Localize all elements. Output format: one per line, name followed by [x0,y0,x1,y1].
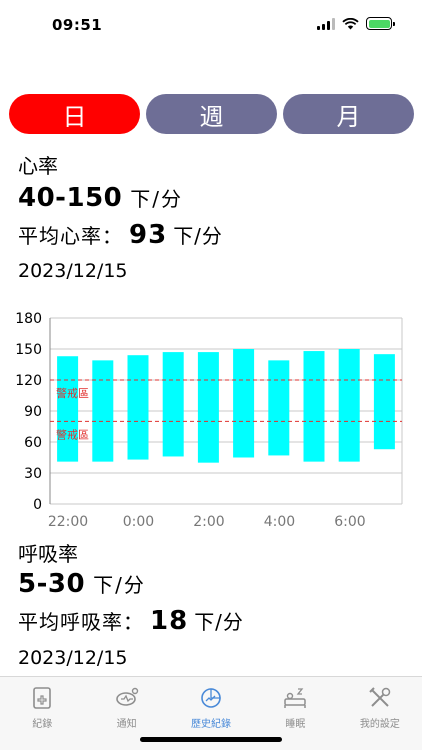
range-bar [338,349,360,462]
status-bar: 09:51 [0,0,422,50]
heart-rate-range-unit: 下/分 [130,187,183,211]
heart-rate-average-label: 平均心率： [18,224,123,248]
range-bar [197,352,219,463]
tab-week[interactable]: 週 [146,94,277,134]
x-tick-label: 0:00 [123,514,154,530]
resp-rate-date: 2023/12/15 [18,647,128,669]
x-tick-label: 22:00 [48,514,88,530]
y-tick-label: 150 [15,342,42,358]
tabbar-label-notification: 通知 [116,719,137,730]
period-tabs: 日 週 月 [9,94,414,134]
resp-rate-title: 呼吸率 [18,542,78,566]
settings-icon [369,687,391,707]
heart-rate-chart: 0306090120150180警戒區警戒區22:00 0:00 2:00 4:00 6… [15,311,403,530]
resp-rate-average-unit: 下/分 [194,610,244,634]
resp-rate-range-value: 5-30 [18,569,86,599]
tab-day[interactable]: 日 [9,94,140,134]
warning-label: 警戒區 [56,427,89,441]
heart-rate-range: 40-150 下/分 [18,183,183,213]
warning-label: 警戒區 [56,386,89,400]
sleep-icon [284,688,307,708]
y-tick-label: 180 [15,311,42,327]
x-tick-label: 2:00 [193,514,224,530]
tabbar-label-settings: 我的設定 [359,719,400,730]
y-tick-label: 90 [24,404,42,420]
status-time: 09:51 [52,16,103,34]
cellular-signal-icon [317,17,335,30]
heart-rate-average-value: 93 [129,220,168,250]
heart-rate-average: 平均心率： 93 下/分 [18,220,223,250]
range-bar [303,351,325,462]
tabbar-item-record[interactable]: 紀錄 [0,677,84,750]
y-tick-label: 30 [24,466,42,482]
y-tick-label: 0 [33,497,42,513]
tabbar-item-settings[interactable]: 我的設定 [338,677,422,750]
resp-rate-range-unit: 下/分 [93,573,146,597]
x-tick-label: 6:00 [334,514,365,530]
y-tick-label: 120 [15,373,42,389]
range-bar [162,352,184,457]
heart-rate-average-unit: 下/分 [173,224,223,248]
range-bar [268,360,290,456]
range-bar [373,354,395,450]
history-icon [201,688,221,708]
heart-rate-range-value: 40-150 [18,183,123,213]
wifi-icon [342,17,359,29]
range-bar [92,360,114,462]
tabbar-label-sleep: 睡眠 [285,719,306,730]
heart-rate-title: 心率 [18,154,58,178]
notification-icon [115,687,138,706]
x-tick-label: 4:00 [264,514,295,530]
heart-rate-date: 2023/12/15 [18,260,128,282]
tab-month[interactable]: 月 [283,94,414,134]
status-icons [317,17,395,30]
range-bar [233,349,255,458]
y-tick-label: 60 [24,435,42,451]
range-bar [127,355,149,460]
resp-rate-average: 平均呼吸率： 18 下/分 [18,606,244,636]
tabbar-label-history: 歷史紀錄 [191,719,232,730]
range-bar [57,356,79,462]
resp-rate-average-label: 平均呼吸率： [18,610,144,634]
resp-rate-range: 5-30 下/分 [18,569,146,599]
home-indicator [140,737,282,742]
bottom-tab-bar: 紀錄 通知 歷史紀錄 睡眠 我的設定 [0,676,422,750]
tabbar-label-record: 紀錄 [32,719,53,730]
record-icon [33,687,52,709]
battery-icon [366,17,395,30]
resp-rate-average-value: 18 [150,606,189,636]
